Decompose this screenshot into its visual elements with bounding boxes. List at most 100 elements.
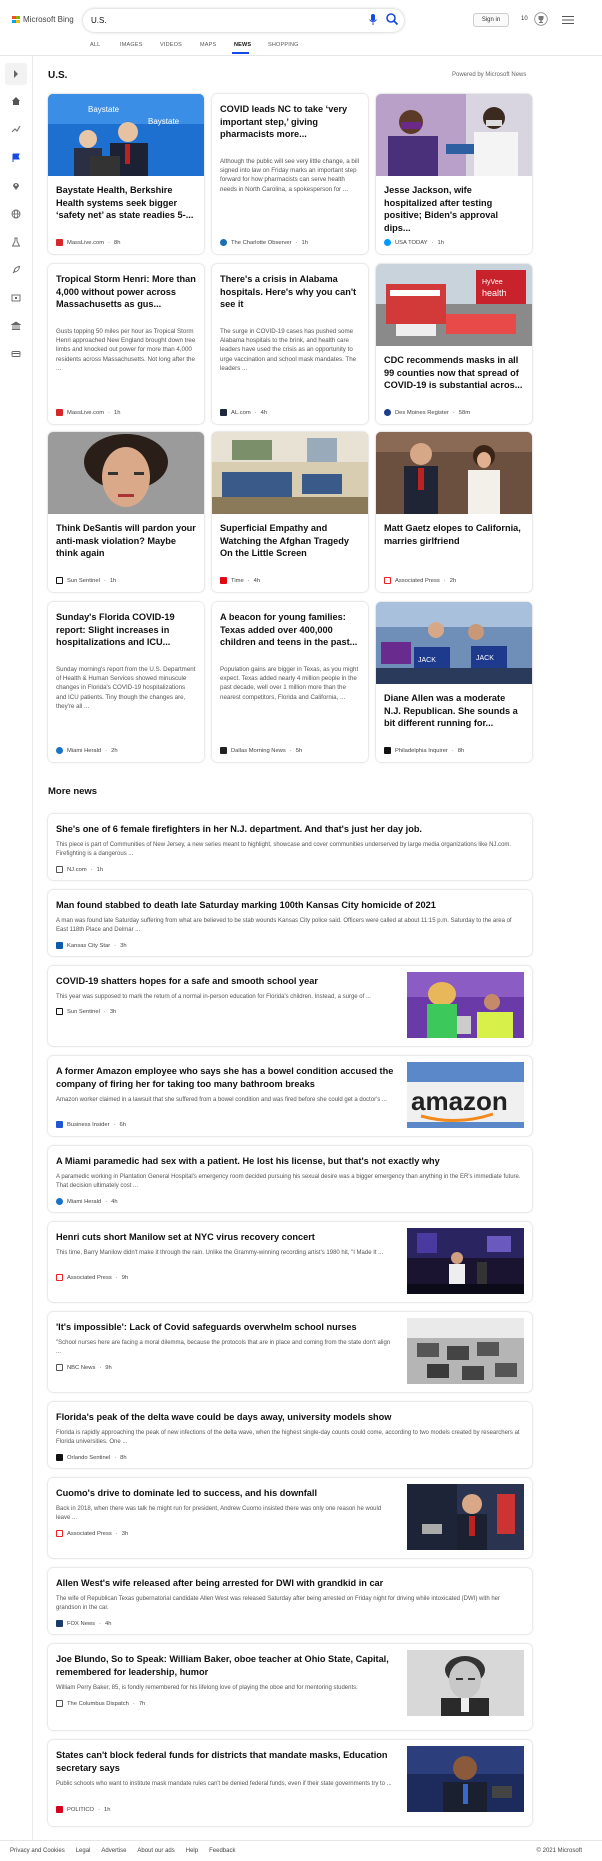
footer-link-help[interactable]: Help (186, 1848, 198, 1854)
search-input[interactable] (91, 13, 311, 27)
more-news-item[interactable]: Man found stabbed to death late Saturday… (48, 890, 532, 956)
tab-maps[interactable]: MAPS (200, 42, 216, 48)
science-flask-icon[interactable] (11, 237, 21, 247)
sidebar-expand-button[interactable] (5, 63, 27, 85)
item-headline[interactable]: Florida's peak of the delta wave could b… (56, 1411, 524, 1424)
card-headline[interactable]: Matt Gaetz elopes to California, marries… (384, 522, 524, 547)
more-news-item[interactable]: Henri cuts short Manilow set at NYC viru… (48, 1222, 532, 1302)
sign-in-button[interactable]: Sign in (473, 13, 509, 27)
card-headline[interactable]: There's a crisis in Alabama hospitals. H… (220, 273, 360, 311)
trending-icon[interactable] (11, 124, 21, 134)
card-headline[interactable]: COVID leads NC to take ‘very important s… (220, 103, 360, 141)
news-card[interactable]: Matt Gaetz elopes to California, marries… (376, 432, 532, 592)
hamburger-menu-icon[interactable] (562, 15, 574, 25)
item-source[interactable]: POLITICO · 1h (56, 1806, 110, 1813)
item-source[interactable]: NJ.com · 1h (56, 866, 103, 873)
item-source[interactable]: The Columbus Dispatch · 7h (56, 1700, 145, 1707)
card-headline[interactable]: A beacon for young families: Texas added… (220, 611, 360, 649)
item-headline[interactable]: Man found stabbed to death late Saturday… (56, 899, 524, 912)
more-news-item[interactable]: Joe Blundo, So to Speak: William Baker, … (48, 1644, 532, 1730)
tab-news[interactable]: NEWS (234, 42, 251, 48)
more-news-item[interactable]: 'It's impossible': Lack of Covid safegua… (48, 1312, 532, 1392)
location-pin-icon[interactable] (11, 181, 21, 191)
item-source[interactable]: Sun Sentinel · 3h (56, 1008, 116, 1015)
item-source[interactable]: Associated Press · 9h (56, 1274, 128, 1281)
news-card[interactable]: Think DeSantis will pardon your anti-mas… (48, 432, 204, 592)
item-headline[interactable]: A former Amazon employee who says she ha… (56, 1065, 396, 1091)
microphone-icon[interactable] (368, 13, 378, 27)
more-news-item[interactable]: Florida's peak of the delta wave could b… (48, 1402, 532, 1468)
more-news-item[interactable]: A former Amazon employee who says she ha… (48, 1056, 532, 1136)
item-source[interactable]: Business Insider · 6h (56, 1121, 126, 1128)
item-headline[interactable]: COVID-19 shatters hopes for a safe and s… (56, 975, 396, 988)
news-card[interactable]: Tropical Storm Henri: More than 4,000 wi… (48, 264, 204, 424)
government-building-icon[interactable] (11, 321, 21, 331)
news-card[interactable]: There's a crisis in Alabama hospitals. H… (212, 264, 368, 424)
tab-shopping[interactable]: SHOPPING (268, 42, 299, 48)
powered-by-label[interactable]: Powered by Microsoft News (452, 72, 526, 78)
more-news-item[interactable]: A Miami paramedic had sex with a patient… (48, 1146, 532, 1212)
bing-logo[interactable]: Microsoft Bing (12, 15, 74, 24)
rewards-trophy-icon[interactable] (534, 12, 548, 26)
news-card[interactable]: Jesse Jackson, wife hospitalized after t… (376, 94, 532, 254)
rocket-icon[interactable] (11, 265, 21, 275)
card-source[interactable]: Dallas Morning News · 5h (220, 747, 302, 754)
tab-all[interactable]: ALL (90, 42, 100, 48)
card-headline[interactable]: Baystate Health, Berkshire Health system… (56, 184, 196, 222)
item-source[interactable]: Kansas City Star · 3h (56, 942, 127, 949)
card-source[interactable]: MassLive.com · 1h (56, 409, 120, 416)
search-box[interactable] (83, 9, 404, 32)
item-source[interactable]: Miami Herald · 4h (56, 1198, 118, 1205)
card-source[interactable]: USA TODAY · 1h (384, 239, 444, 246)
item-headline[interactable]: A Miami paramedic had sex with a patient… (56, 1155, 524, 1168)
footer-link-about-ads[interactable]: About our ads (137, 1848, 174, 1854)
card-source[interactable]: The Charlotte Observer · 1h (220, 239, 308, 246)
card-headline[interactable]: Superficial Empathy and Watching the Afg… (220, 522, 360, 560)
card-source[interactable]: Miami Herald · 2h (56, 747, 118, 754)
tab-videos[interactable]: VIDEOS (160, 42, 182, 48)
item-source[interactable]: Associated Press · 3h (56, 1530, 128, 1537)
money-card-icon[interactable] (11, 349, 21, 359)
card-source[interactable]: Time · 4h (220, 577, 260, 584)
news-card[interactable]: Sunday's Florida COVID-19 report: Slight… (48, 602, 204, 762)
rewards-count[interactable]: 10 (521, 16, 528, 22)
card-headline[interactable]: Sunday's Florida COVID-19 report: Slight… (56, 611, 196, 649)
more-news-item[interactable]: Cuomo's drive to dominate led to success… (48, 1478, 532, 1558)
search-icon[interactable] (385, 12, 399, 26)
news-card[interactable]: HyVee health CDC recommends masks in all… (376, 264, 532, 424)
news-card[interactable]: COVID leads NC to take ‘very important s… (212, 94, 368, 254)
card-source[interactable]: MassLive.com · 8h (56, 239, 120, 246)
entertainment-film-icon[interactable] (11, 293, 21, 303)
item-headline[interactable]: She's one of 6 female firefighters in he… (56, 823, 524, 836)
more-news-item[interactable]: COVID-19 shatters hopes for a safe and s… (48, 966, 532, 1046)
us-flag-icon[interactable] (11, 153, 21, 163)
card-headline[interactable]: CDC recommends masks in all 99 counties … (384, 354, 524, 392)
item-headline[interactable]: Cuomo's drive to dominate led to success… (56, 1487, 396, 1500)
card-headline[interactable]: Jesse Jackson, wife hospitalized after t… (384, 184, 524, 234)
card-headline[interactable]: Think DeSantis will pardon your anti-mas… (56, 522, 196, 560)
card-source[interactable]: Philadelphia Inquirer · 8h (384, 747, 464, 754)
card-headline[interactable]: Tropical Storm Henri: More than 4,000 wi… (56, 273, 196, 311)
item-headline[interactable]: Henri cuts short Manilow set at NYC viru… (56, 1231, 396, 1244)
card-source[interactable]: AL.com · 4h (220, 409, 267, 416)
item-headline[interactable]: Allen West's wife released after being a… (56, 1577, 524, 1590)
item-source[interactable]: FOX News · 4h (56, 1620, 111, 1627)
more-news-item[interactable]: She's one of 6 female firefighters in he… (48, 814, 532, 880)
card-source[interactable]: Sun Sentinel · 1h (56, 577, 116, 584)
news-card[interactable]: JACK JACK Diane Allen was a moderate N.J… (376, 602, 532, 762)
more-news-item[interactable]: Allen West's wife released after being a… (48, 1568, 532, 1634)
news-card[interactable]: Baystate Baystate Baystate Health, Berks… (48, 94, 204, 254)
item-headline[interactable]: Joe Blundo, So to Speak: William Baker, … (56, 1653, 396, 1679)
item-source[interactable]: NBC News · 9h (56, 1364, 112, 1371)
home-icon[interactable] (11, 96, 21, 106)
item-headline[interactable]: 'It's impossible': Lack of Covid safegua… (56, 1321, 396, 1334)
news-card[interactable]: A beacon for young families: Texas added… (212, 602, 368, 762)
item-source[interactable]: Orlando Sentinel · 8h (56, 1454, 127, 1461)
item-headline[interactable]: States can't block federal funds for dis… (56, 1749, 396, 1775)
footer-link-legal[interactable]: Legal (76, 1848, 91, 1854)
globe-icon[interactable] (11, 209, 21, 219)
more-news-item[interactable]: States can't block federal funds for dis… (48, 1740, 532, 1826)
footer-link-advertise[interactable]: Advertise (101, 1848, 126, 1854)
footer-link-privacy[interactable]: Privacy and Cookies (10, 1848, 65, 1854)
card-headline[interactable]: Diane Allen was a moderate N.J. Republic… (384, 692, 524, 730)
